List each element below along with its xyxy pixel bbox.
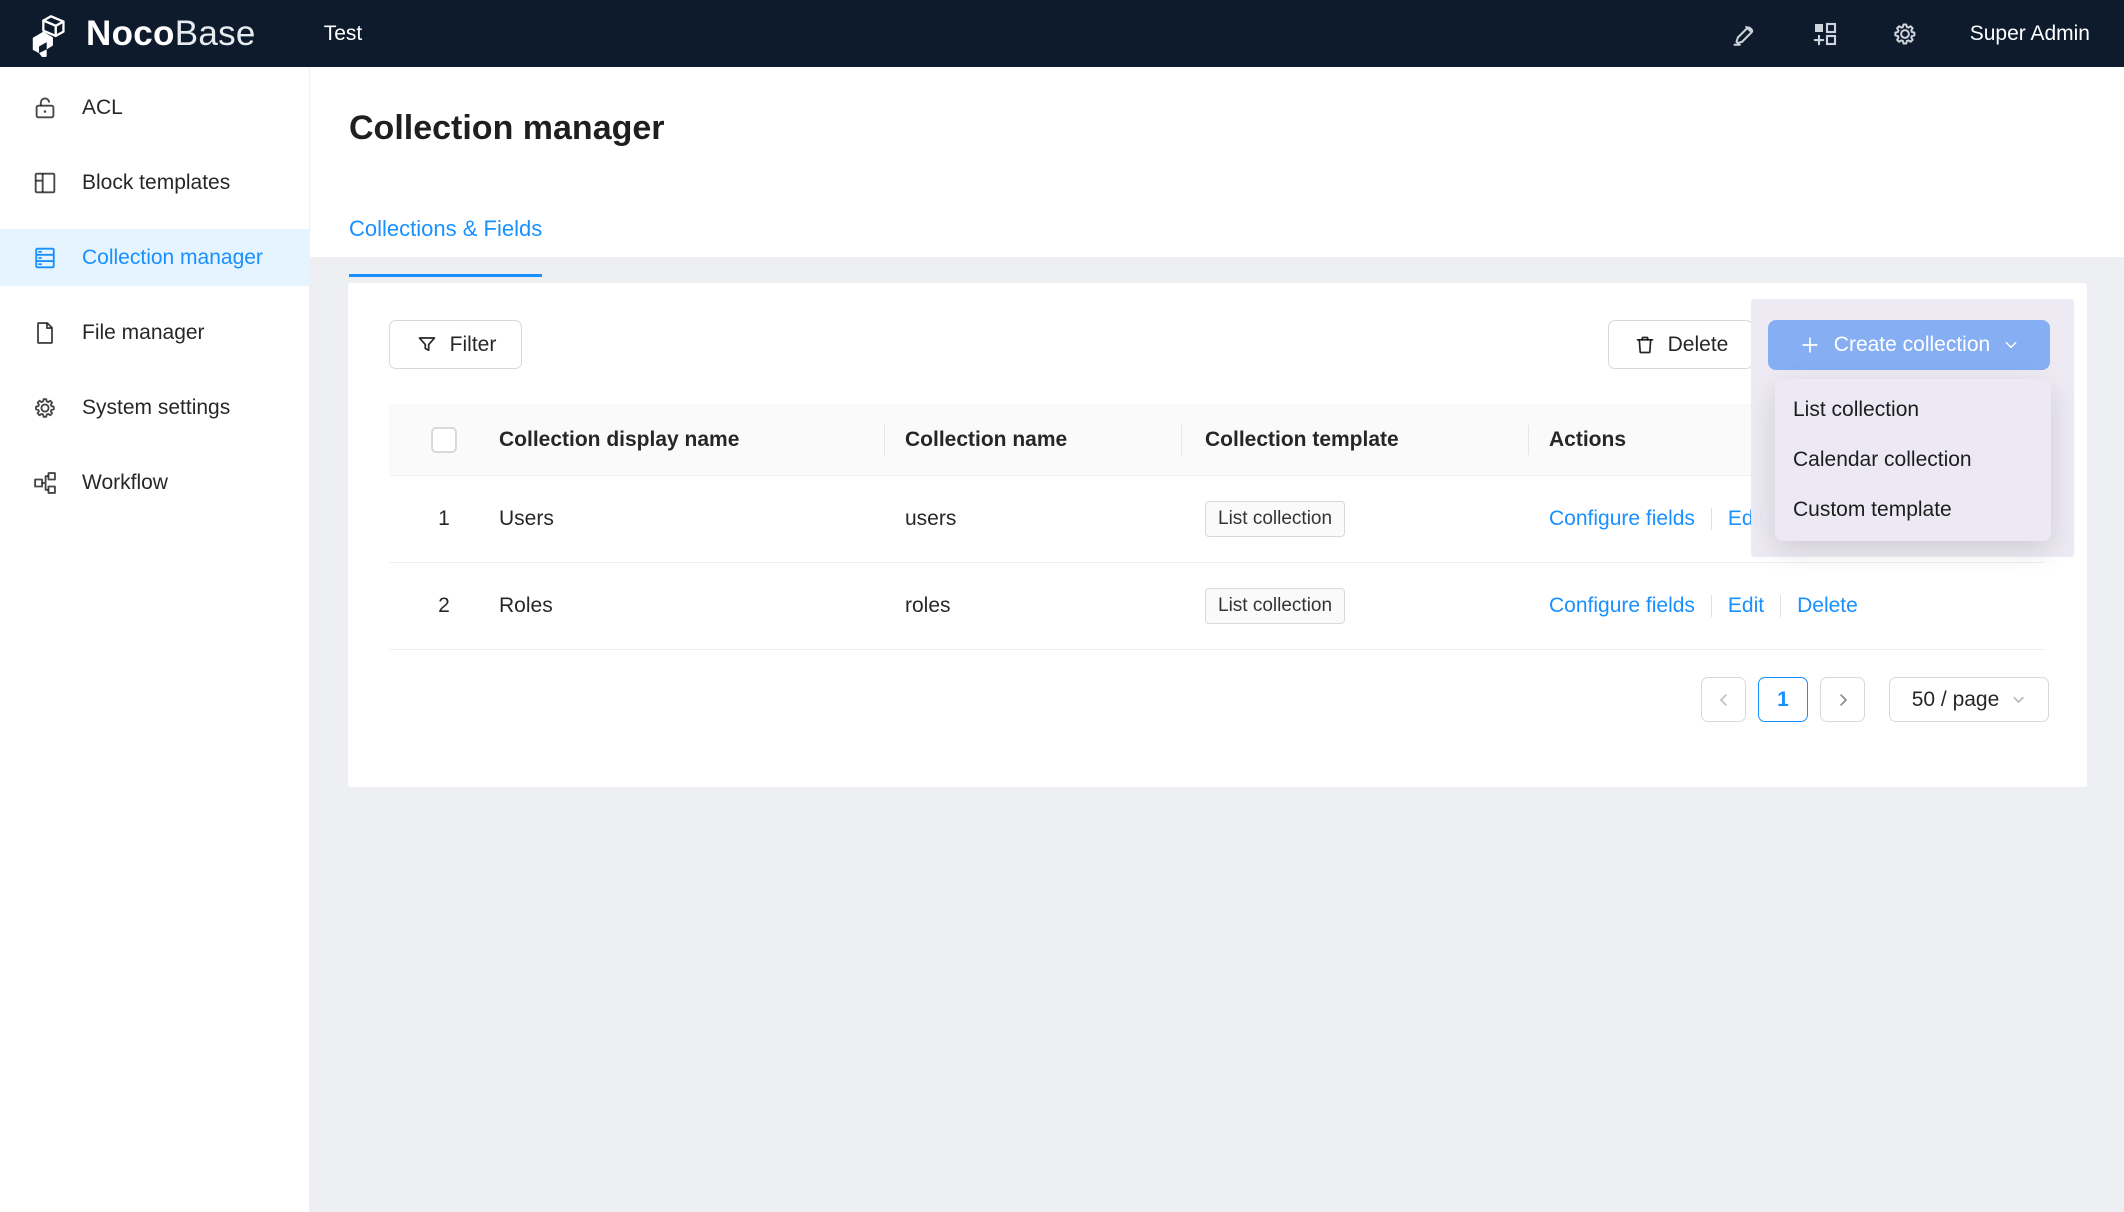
select-all-checkbox[interactable] xyxy=(431,427,457,453)
pagination-page-1[interactable]: 1 xyxy=(1758,677,1808,722)
page-size-select[interactable]: 50 / page xyxy=(1889,677,2049,722)
create-collection-label: Create collection xyxy=(1834,333,1990,357)
main-area: Collection manager Collections & Fields … xyxy=(310,67,2124,1212)
pagination-next-button[interactable] xyxy=(1820,677,1865,722)
menu-item-custom-template[interactable]: Custom template xyxy=(1775,485,2051,535)
page-title: Collection manager xyxy=(349,109,665,148)
cell-collection-name: users xyxy=(884,507,1181,531)
header-collection-name: Collection name xyxy=(884,428,1181,452)
workflow-icon xyxy=(31,469,59,497)
header-select-cell xyxy=(389,427,499,453)
page-header: Collection manager Collections & Fields xyxy=(310,67,2124,258)
delete-button[interactable]: Delete xyxy=(1608,320,1753,369)
action-divider xyxy=(1711,508,1712,530)
action-divider xyxy=(1711,595,1712,617)
sidebar-item-label: System settings xyxy=(82,396,230,420)
nocobase-logo[interactable]: NocoBase xyxy=(0,11,256,57)
filter-button[interactable]: Filter xyxy=(389,320,522,369)
nocobase-logo-text: NocoBase xyxy=(86,14,256,54)
logo-text-primary: Noco xyxy=(86,14,175,53)
sidebar-item-label: File manager xyxy=(82,321,205,345)
chevron-left-icon xyxy=(1715,691,1733,709)
nocobase-logo-icon xyxy=(28,11,74,57)
navbar-right: Super Admin xyxy=(1730,19,2124,49)
menu-item-list-collection[interactable]: List collection xyxy=(1775,385,2051,435)
row-index: 2 xyxy=(438,594,450,618)
settings-sidebar: ACL Block templates Collection manager F… xyxy=(0,67,310,1212)
chevron-down-icon xyxy=(2003,337,2019,353)
delete-link[interactable]: Delete xyxy=(1797,594,1858,618)
plus-icon xyxy=(1799,334,1821,356)
sidebar-item-label: Block templates xyxy=(82,171,230,195)
pagination-prev-button[interactable] xyxy=(1701,677,1746,722)
sidebar-item-acl[interactable]: ACL xyxy=(0,79,309,136)
pagination: 1 50 / page xyxy=(1701,677,2049,722)
sidebar-item-collection-manager[interactable]: Collection manager xyxy=(0,229,309,286)
sidebar-item-system-settings[interactable]: System settings xyxy=(0,379,309,436)
cell-display-name: Roles xyxy=(499,594,884,618)
gear-icon xyxy=(31,394,59,422)
layout-icon xyxy=(31,169,59,197)
header-display-name: Collection display name xyxy=(499,428,884,452)
database-icon xyxy=(31,244,59,272)
sidebar-item-block-templates[interactable]: Block templates xyxy=(0,154,309,211)
logo-text-secondary: Base xyxy=(175,14,256,53)
navbar-menu: Test xyxy=(314,0,373,67)
cell-collection-name: roles xyxy=(884,594,1181,618)
cell-actions: Configure fields Edit Delete xyxy=(1528,594,2046,618)
chevron-right-icon xyxy=(1834,691,1852,709)
trash-icon xyxy=(1633,333,1657,357)
template-tag: List collection xyxy=(1205,501,1345,538)
cell-display-name: Users xyxy=(499,507,884,531)
row-index-cell: 1 xyxy=(389,507,499,531)
create-collection-overlay: Create collection List collection Calend… xyxy=(1751,299,2074,557)
action-divider xyxy=(1780,595,1781,617)
delete-button-label: Delete xyxy=(1668,333,1729,357)
filter-icon xyxy=(415,333,439,357)
page-root: NocoBase Test Super Admin xyxy=(0,0,2124,1212)
tab-collections-fields[interactable]: Collections & Fields xyxy=(349,216,542,277)
sidebar-item-workflow[interactable]: Workflow xyxy=(0,454,309,511)
sidebar-item-label: ACL xyxy=(82,96,123,120)
edit-link[interactable]: Edit xyxy=(1728,594,1764,618)
filter-button-label: Filter xyxy=(450,333,497,357)
menu-item-calendar-collection[interactable]: Calendar collection xyxy=(1775,435,2051,485)
row-index: 1 xyxy=(438,507,450,531)
settings-icon[interactable] xyxy=(1890,19,1920,49)
lock-icon xyxy=(31,94,59,122)
row-index-cell: 2 xyxy=(389,594,499,618)
sidebar-item-label: Workflow xyxy=(82,471,168,495)
template-tag: List collection xyxy=(1205,588,1345,625)
highlighter-icon[interactable] xyxy=(1730,19,1760,49)
configure-fields-link[interactable]: Configure fields xyxy=(1549,507,1695,531)
header-collection-template: Collection template xyxy=(1181,428,1528,452)
table-row: 2 Roles roles List collection Configure … xyxy=(389,563,2046,650)
cell-collection-template: List collection xyxy=(1181,588,1528,625)
sidebar-item-file-manager[interactable]: File manager xyxy=(0,304,309,361)
appstore-add-icon[interactable] xyxy=(1810,19,1840,49)
create-collection-dropdown: List collection Calendar collection Cust… xyxy=(1775,379,2051,541)
create-collection-button[interactable]: Create collection xyxy=(1768,320,2050,370)
configure-fields-link[interactable]: Configure fields xyxy=(1549,594,1695,618)
file-icon xyxy=(31,319,59,347)
navbar-menu-item-test[interactable]: Test xyxy=(314,0,373,67)
cell-collection-template: List collection xyxy=(1181,501,1528,538)
top-navbar: NocoBase Test Super Admin xyxy=(0,0,2124,67)
user-menu[interactable]: Super Admin xyxy=(1970,22,2090,46)
chevron-down-icon xyxy=(2011,692,2026,707)
page-size-value: 50 / page xyxy=(1912,688,2000,712)
sidebar-item-label: Collection manager xyxy=(82,246,263,270)
